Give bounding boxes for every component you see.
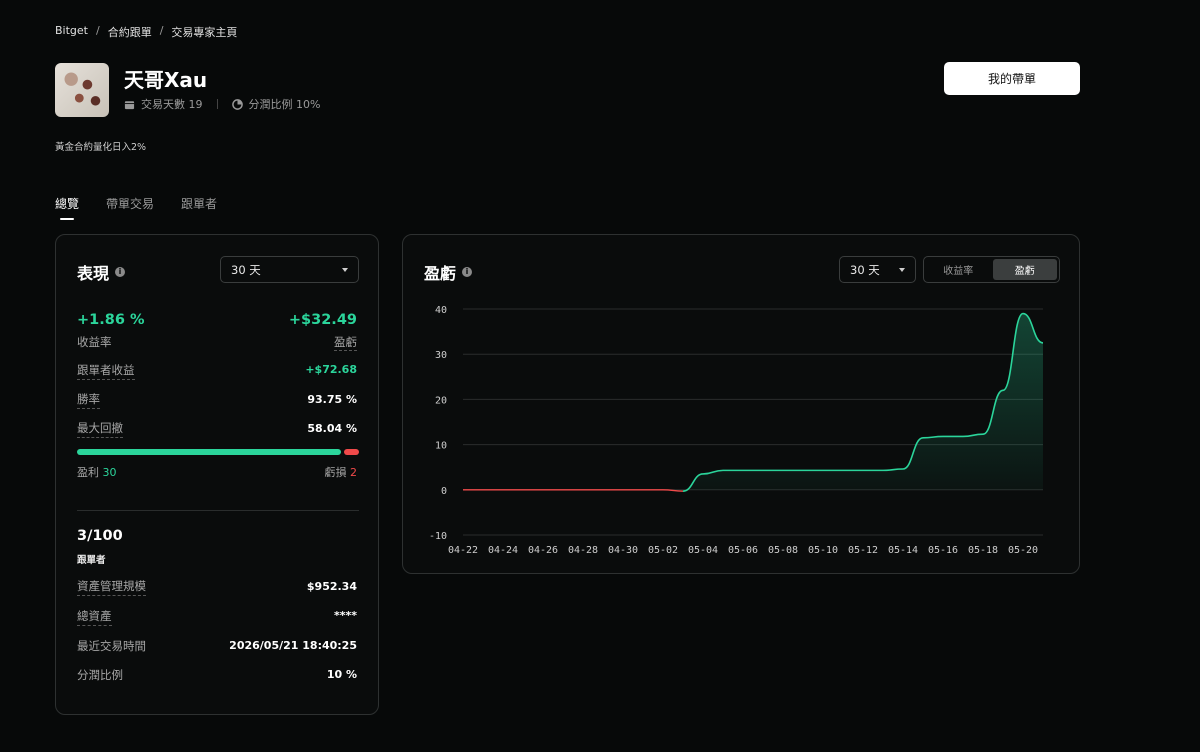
info-icon[interactable]: i xyxy=(115,267,126,277)
losses-label: 虧損 xyxy=(324,466,347,479)
pie-chart-icon xyxy=(231,98,243,110)
x-tick-label: 05-20 xyxy=(1008,545,1038,556)
loss-bar-segment xyxy=(344,449,359,455)
last-trade-value: 2026/05/21 18:40:25 xyxy=(229,639,357,652)
follower-profit-value: +$72.68 xyxy=(305,363,357,376)
win-bar-segment xyxy=(77,449,342,455)
tab-followers[interactable]: 跟單者 xyxy=(181,195,217,220)
tab-lead-trades[interactable]: 帶單交易 xyxy=(106,195,154,220)
x-tick-label: 04-26 xyxy=(528,545,558,556)
x-tick-label: 04-22 xyxy=(448,545,478,556)
aum-label: 資產管理規模 xyxy=(77,578,146,596)
x-tick-label: 05-02 xyxy=(648,545,678,556)
profit-share-value: 10 % xyxy=(326,668,357,681)
performance-period-value: 30 天 xyxy=(231,262,261,277)
breadcrumb-copy-trading[interactable]: 合約跟單 xyxy=(108,24,152,40)
y-tick-label: 10 xyxy=(435,441,447,452)
tab-overview[interactable]: 總覽 xyxy=(55,195,79,220)
x-tick-label: 04-24 xyxy=(488,545,518,556)
breadcrumb-current: 交易專家主頁 xyxy=(171,26,238,39)
losses-count: 虧損 2 xyxy=(325,464,358,480)
aum-value: $952.34 xyxy=(306,580,357,593)
total-assets-value: **** xyxy=(333,609,357,622)
profit-share: 分潤比例 10% xyxy=(248,98,321,111)
y-tick-label: 0 xyxy=(441,486,447,497)
follower-profit-label: 跟單者收益 xyxy=(77,362,135,380)
max-drawdown-label: 最大回撤 xyxy=(77,420,123,438)
pnl-chart-card: 盈虧 i 30 天 收益率 盈虧 40 30 20 10 0 -10 04-22 04-24 0… xyxy=(402,234,1080,574)
y-tick-label: -10 xyxy=(429,531,447,542)
win-rate-value: 93.75 % xyxy=(307,393,357,406)
win-rate-label: 勝率 xyxy=(77,391,100,409)
y-tick-label: 40 xyxy=(435,305,447,316)
breadcrumb-separator: / xyxy=(95,24,100,37)
losses-value: 2 xyxy=(350,466,357,479)
meta-divider xyxy=(216,99,218,109)
performance-title: 表現 i xyxy=(77,260,126,284)
chevron-down-icon xyxy=(342,267,348,272)
performance-card: 表現 i 30 天 +1.86 % +$32.49 收益率 盈虧 跟單者收益 +… xyxy=(55,234,379,715)
performance-title-text: 表現 xyxy=(77,264,110,283)
x-tick-label: 05-16 xyxy=(928,545,958,556)
y-tick-label: 20 xyxy=(435,395,447,406)
trading-days: 交易天數 19 xyxy=(141,98,203,111)
pnl-chart: 40 30 20 10 0 -1004-22 04-24 04-26 04-28 04-30 05-… xyxy=(429,305,1044,556)
section-divider xyxy=(77,510,359,511)
tab-bar: 總覽 帶單交易 跟單者 xyxy=(55,195,217,220)
breadcrumb-bitget[interactable]: Bitget xyxy=(55,24,88,40)
pnl-area xyxy=(463,313,1043,492)
total-assets-label: 總資產 xyxy=(77,608,112,626)
roi-value: +1.86 % xyxy=(77,312,145,328)
trader-name: 天哥Xau xyxy=(124,68,208,92)
y-tick-label: 30 xyxy=(435,350,447,361)
calendar-icon xyxy=(124,100,135,109)
roi-label: 收益率 xyxy=(77,335,112,349)
x-tick-label: 04-30 xyxy=(608,545,638,556)
avatar xyxy=(55,63,109,117)
wins-label: 盈利 xyxy=(77,466,99,479)
breadcrumb: Bitget / 合約跟單 / 交易專家主頁 xyxy=(55,24,237,40)
x-tick-label: 04-28 xyxy=(568,545,598,556)
performance-period-select[interactable]: 30 天 xyxy=(220,256,359,283)
followers-label: 跟單者 xyxy=(77,555,106,566)
pnl-value: +$32.49 xyxy=(288,312,357,328)
trader-description: 黃金合約量化日入2% xyxy=(55,142,147,153)
x-tick-label: 05-14 xyxy=(888,545,918,556)
x-tick-label: 05-06 xyxy=(728,545,758,556)
breadcrumb-separator: / xyxy=(159,24,164,37)
followers-count: 3/100 xyxy=(77,528,123,544)
x-tick-label: 05-08 xyxy=(768,545,798,556)
win-loss-bar xyxy=(77,449,359,455)
x-tick-label: 05-12 xyxy=(848,545,878,556)
profit-share-label: 分潤比例 xyxy=(77,668,123,682)
last-trade-label: 最近交易時間 xyxy=(77,639,146,653)
trader-meta: 交易天數 19 分潤比例 10% xyxy=(124,96,320,112)
pnl-label: 盈虧 xyxy=(334,335,357,351)
x-tick-label: 05-10 xyxy=(808,545,838,556)
wins-value: 30 xyxy=(102,466,117,479)
max-drawdown-value: 58.04 % xyxy=(307,422,357,435)
wins-count: 盈利 30 xyxy=(77,464,117,480)
my-copy-trades-button[interactable]: 我的帶單 xyxy=(944,62,1080,95)
x-tick-label: 05-18 xyxy=(968,545,998,556)
x-tick-label: 05-04 xyxy=(688,545,718,556)
pnl-line-negative xyxy=(462,489,684,492)
